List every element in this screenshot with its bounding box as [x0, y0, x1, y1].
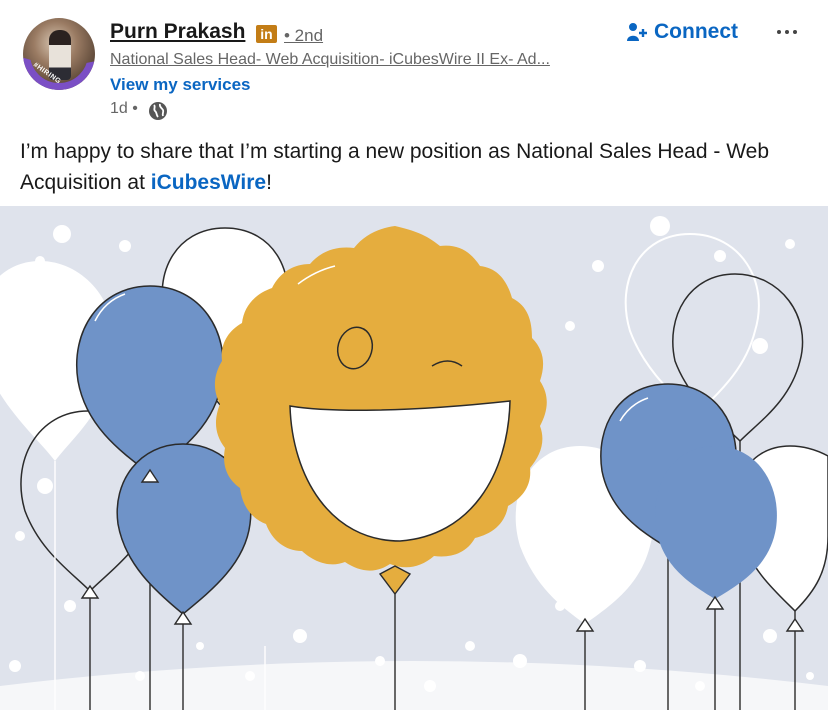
post-text: I’m happy to share that I’m starting a n…: [20, 136, 810, 198]
connect-label: Connect: [654, 20, 738, 43]
view-services-link[interactable]: View my services: [110, 75, 251, 95]
post-timestamp: 1d •: [110, 100, 138, 117]
post-text-end: !: [266, 171, 272, 194]
globe-icon: [149, 102, 167, 120]
add-person-icon: [627, 23, 647, 41]
connect-button[interactable]: Connect: [626, 16, 738, 48]
celebration-illustration: [0, 206, 828, 710]
connection-degree: • 2nd: [284, 26, 324, 45]
post-text-body: I’m happy to share that I’m starting a n…: [20, 140, 769, 194]
company-mention-link[interactable]: iCubesWire: [151, 171, 266, 194]
more-options-icon[interactable]: [772, 22, 802, 42]
author-name[interactable]: Purn Prakash: [110, 20, 245, 44]
linkedin-badge-icon: in: [256, 25, 277, 43]
celebration-image[interactable]: [0, 206, 828, 710]
author-headline[interactable]: National Sales Head- Web Acquisition- iC…: [110, 51, 600, 69]
author-avatar[interactable]: #HIRING: [23, 18, 95, 90]
feed-post-card: #HIRING Purn Prakash in • 2nd National S…: [0, 0, 828, 710]
